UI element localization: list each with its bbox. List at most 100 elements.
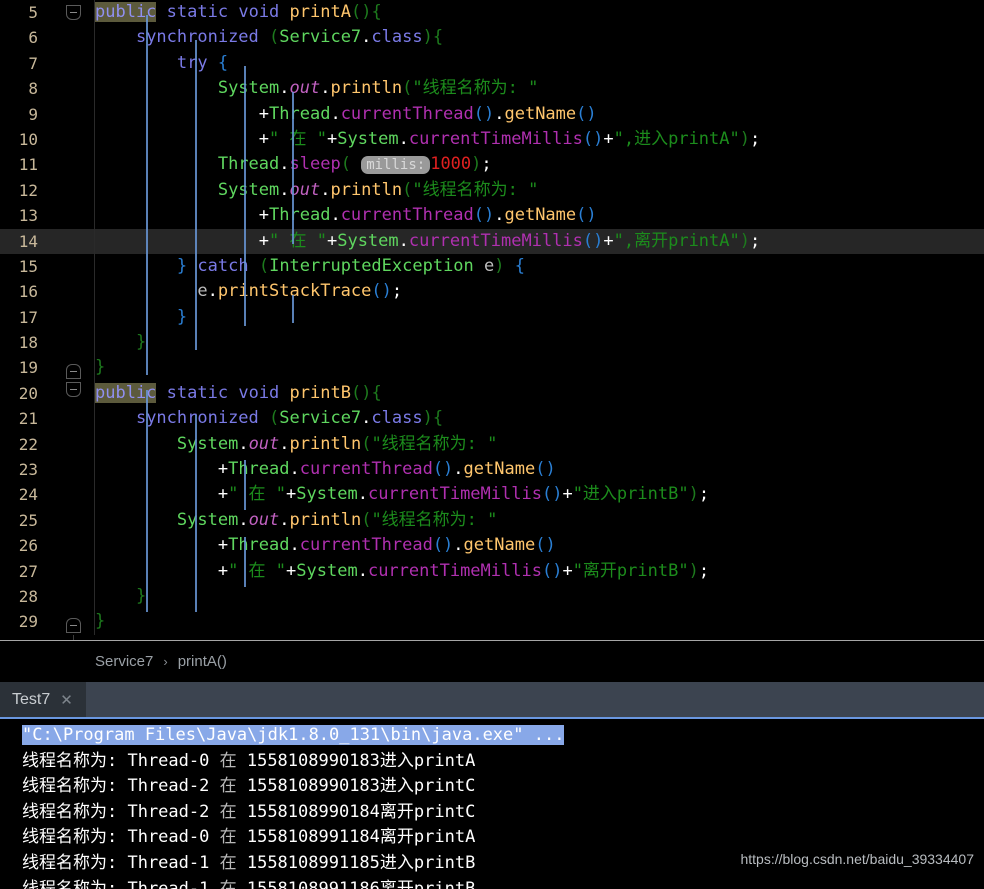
line-gutter[interactable]: 6: [0, 25, 95, 51]
breadcrumb-item-class[interactable]: Service7: [95, 653, 153, 670]
breadcrumb-item-method[interactable]: printA(): [178, 653, 227, 670]
code-text: System.out.println("线程名称为: ": [176, 433, 498, 454]
console-line: 线程名称为: Thread-0 在 1558108990183进入printA: [0, 749, 984, 775]
code-text: try {: [176, 52, 229, 73]
line-gutter[interactable]: 9: [0, 101, 95, 127]
token-string-enter-printB: "进入printB": [572, 484, 689, 505]
token-getName: getName: [463, 535, 536, 556]
indent-guide: [292, 92, 294, 244]
line-gutter[interactable]: 25: [0, 507, 95, 534]
code-text: +" 在 "+System.currentTimeMillis()+"进入pri…: [217, 484, 710, 505]
line-number: 26: [18, 536, 38, 556]
indent-guide: [292, 295, 294, 323]
line-gutter[interactable]: 15: [0, 253, 95, 280]
line-gutter[interactable]: 23: [0, 457, 95, 483]
line-gutter[interactable]: 18: [0, 330, 95, 356]
console-tabbar[interactable]: Test7 ✕: [0, 682, 984, 719]
line-number: 10: [18, 129, 38, 149]
line-number: 24: [18, 485, 38, 505]
token-println: println: [289, 509, 362, 530]
line-number: 29: [18, 612, 38, 632]
console-line-rest: 1558108991184离开printA: [246, 827, 476, 848]
token-string-zai: " 在 ": [269, 128, 327, 149]
breadcrumb[interactable]: Service7 › printA(): [0, 640, 984, 682]
console-line-prefix: 线程名称为: Thread-2: [22, 801, 220, 822]
line-gutter[interactable]: 24: [0, 482, 95, 508]
token-synchronized: synchronized: [135, 408, 259, 429]
token-printStackTrace: printStackTrace: [217, 281, 372, 302]
indent-guide: [146, 15, 148, 375]
line-gutter[interactable]: 22: [0, 431, 95, 458]
line-gutter[interactable]: 14: [0, 228, 95, 254]
code-text: System.out.println("线程名称为: ": [176, 509, 498, 530]
code-text: +Thread.currentThread().getName(): [217, 535, 556, 556]
token-string-threadname: "线程名称为: ": [371, 433, 498, 454]
line-gutter[interactable]: 26: [0, 533, 95, 559]
token-catch: catch: [197, 255, 249, 276]
line-gutter[interactable]: 7: [0, 50, 95, 77]
console-line-rest: 1558108990183进入printA: [246, 750, 476, 771]
line-gutter[interactable]: 17: [0, 304, 95, 331]
line-gutter[interactable]: 16: [0, 279, 95, 305]
watermark: https://blog.csdn.net/baidu_39334407: [740, 851, 974, 867]
line-gutter[interactable]: 27: [0, 558, 95, 584]
fold-marker-end-printA[interactable]: [66, 364, 81, 379]
token-string-threadname: "线程名称为: ": [371, 509, 498, 530]
code-text: System.out.println("线程名称为: ": [217, 78, 539, 99]
line-number: 25: [18, 510, 38, 530]
indent-guide: [195, 415, 197, 612]
token-class-kw: class: [371, 27, 423, 48]
line-number: 19: [18, 358, 38, 378]
line-number: 11: [18, 155, 38, 175]
line-gutter[interactable]: 8: [0, 76, 95, 102]
console-output[interactable]: "C:\Program Files\Java\jdk1.8.0_131\bin\…: [0, 719, 984, 889]
line-gutter[interactable]: 12: [0, 177, 95, 204]
fold-marker-collapse-printB[interactable]: [66, 382, 81, 397]
token-getName: getName: [463, 459, 536, 480]
console-line: 线程名称为: Thread-2 在 1558108990184离开printC: [0, 800, 984, 826]
code-text: e.printStackTrace();: [197, 281, 403, 302]
line-number: 21: [18, 409, 38, 429]
console-line-prefix: 线程名称为: Thread-1: [22, 878, 220, 889]
token-println: println: [330, 179, 403, 200]
token-currentThread: currentThread: [299, 459, 433, 480]
close-icon[interactable]: ✕: [60, 691, 73, 709]
code-text: public static void printB(){: [95, 382, 382, 403]
token-system: System: [296, 560, 358, 581]
token-system: System: [217, 179, 280, 200]
token-system: System: [296, 484, 358, 505]
code-editor[interactable]: 5 public static void printA(){ 6 synchro…: [0, 0, 984, 640]
console-line-rest: 1558108990184离开printC: [246, 801, 476, 822]
line-number: 8: [28, 79, 38, 99]
line-number: 6: [28, 28, 38, 48]
console-line-zai: 在: [219, 852, 247, 873]
fold-marker-collapse-printA[interactable]: [66, 5, 81, 20]
code-line[interactable]: 29 }: [0, 609, 984, 635]
token-method-printB: printB: [289, 382, 351, 403]
line-number: 13: [18, 206, 38, 226]
token-string-threadname: "线程名称为: ": [412, 179, 539, 200]
token-class-service7: Service7: [279, 408, 362, 429]
line-number: 23: [18, 460, 38, 480]
token-class-service7: Service7: [279, 27, 362, 48]
token-currentTimeMillis: currentTimeMillis: [408, 128, 583, 149]
code-text: System.out.println("线程名称为: ": [217, 179, 539, 200]
token-string-threadname: "线程名称为: ": [412, 78, 539, 99]
token-out: out: [248, 433, 280, 454]
line-gutter[interactable]: 21: [0, 406, 95, 432]
line-gutter[interactable]: 11: [0, 152, 95, 178]
token-currentThread: currentThread: [299, 535, 433, 556]
line-number: 27: [18, 561, 38, 581]
line-number: 5: [28, 3, 38, 22]
console-command-line[interactable]: "C:\Program Files\Java\jdk1.8.0_131\bin\…: [0, 723, 984, 749]
line-gutter[interactable]: 13: [0, 203, 95, 229]
token-out: out: [248, 509, 280, 530]
token-static: static: [166, 2, 229, 22]
fold-marker-end-printB[interactable]: [66, 618, 81, 633]
line-number: 17: [18, 307, 38, 327]
tab-test7[interactable]: Test7 ✕: [0, 682, 86, 717]
token-system: System: [337, 230, 399, 251]
token-number-1000: 1000: [430, 154, 472, 175]
line-gutter[interactable]: 10: [0, 126, 95, 153]
line-gutter[interactable]: 28: [0, 583, 95, 610]
